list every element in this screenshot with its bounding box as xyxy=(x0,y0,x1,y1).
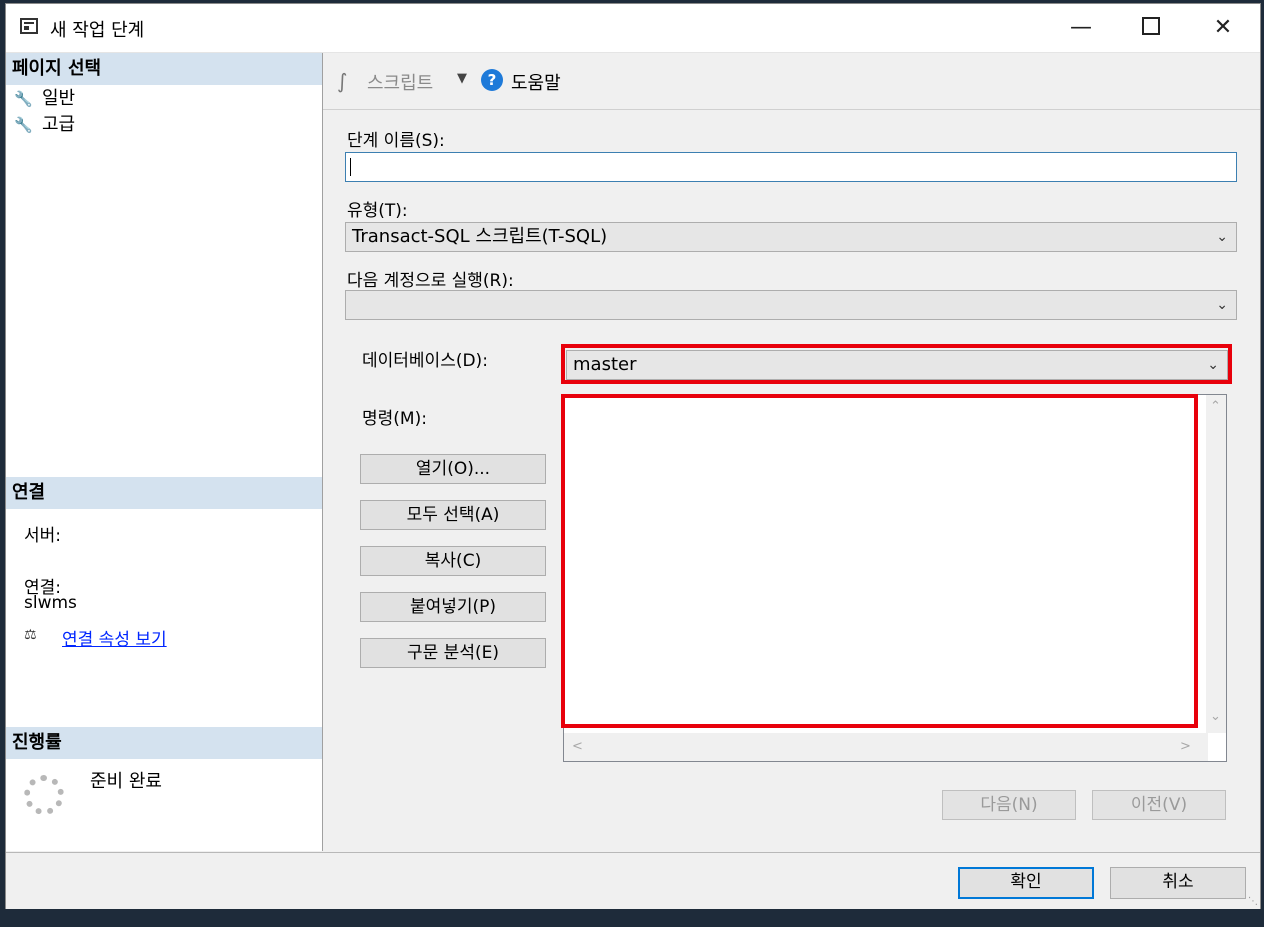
dialog-footer: 확인 취소 ⋱ xyxy=(6,852,1260,909)
nav-item-advanced[interactable]: 🔧 고급 xyxy=(14,113,75,137)
cancel-button[interactable]: 취소 xyxy=(1110,867,1246,899)
script-button[interactable]: 스크립트 xyxy=(367,69,433,95)
next-button[interactable]: 다음(N) xyxy=(942,790,1076,820)
help-button[interactable]: 도움말 xyxy=(511,69,561,95)
nav-item-label: 고급 xyxy=(42,114,76,135)
horizontal-scrollbar[interactable]: < > xyxy=(564,733,1208,761)
command-highlight-box xyxy=(561,394,1198,728)
left-pane: 페이지 선택 🔧 일반 🔧 고급 연결 서버: 연결: slwms ⚖ 연결 속성 … xyxy=(6,53,323,851)
wrench-icon: 🔧 xyxy=(14,116,33,134)
command-label: 명령(M): xyxy=(362,409,427,429)
run-as-select[interactable]: ⌄ xyxy=(345,290,1237,320)
previous-button[interactable]: 이전(V) xyxy=(1092,790,1226,820)
chevron-down-icon: ⌄ xyxy=(1216,229,1228,245)
nav-item-label: 일반 xyxy=(42,88,76,109)
connection-properties-icon: ⚖ xyxy=(24,627,37,643)
step-name-input[interactable] xyxy=(345,152,1237,182)
title-bar: 새 작업 단계 — ✕ xyxy=(6,4,1260,53)
paste-button[interactable]: 붙여넣기(P) xyxy=(360,592,546,622)
select-all-button[interactable]: 모두 선택(A) xyxy=(360,500,546,530)
ok-button[interactable]: 확인 xyxy=(958,867,1094,899)
window-title: 새 작업 단계 xyxy=(50,20,145,41)
maximize-icon xyxy=(1142,17,1160,35)
window-icon xyxy=(20,18,38,34)
vertical-scrollbar[interactable]: ⌃ ⌄ xyxy=(1206,395,1226,733)
type-select[interactable]: Transact-SQL 스크립트(T-SQL) ⌄ xyxy=(345,222,1237,252)
parse-button[interactable]: 구문 분석(E) xyxy=(360,638,546,668)
progress-spinner-icon xyxy=(24,775,64,815)
minimize-button[interactable]: — xyxy=(1046,4,1116,52)
server-label: 서버: xyxy=(24,526,62,546)
connection-value: slwms xyxy=(24,593,77,613)
progress-header: 진행률 xyxy=(6,727,322,759)
chevron-down-icon: ⌄ xyxy=(1216,297,1228,313)
scroll-left-icon[interactable]: < xyxy=(572,739,583,754)
open-button[interactable]: 열기(O)... xyxy=(360,454,546,484)
close-button[interactable]: ✕ xyxy=(1188,4,1258,52)
maximize-button[interactable] xyxy=(1116,4,1186,52)
script-dropdown-icon[interactable]: ▼ xyxy=(457,71,467,86)
view-connection-properties-link[interactable]: 연결 속성 보기 xyxy=(62,625,167,650)
scroll-down-icon[interactable]: ⌄ xyxy=(1210,709,1221,724)
nav-item-general[interactable]: 🔧 일반 xyxy=(14,87,75,111)
copy-button[interactable]: 복사(C) xyxy=(360,546,546,576)
new-job-step-dialog: 새 작업 단계 — ✕ 페이지 선택 🔧 일반 🔧 고급 연결 서버: 연결: sl… xyxy=(5,3,1261,909)
script-icon: ∫ xyxy=(337,69,348,93)
scroll-right-icon[interactable]: > xyxy=(1180,739,1191,754)
connection-header: 연결 xyxy=(6,477,322,509)
type-label: 유형(T): xyxy=(347,201,408,221)
database-label: 데이터베이스(D): xyxy=(362,351,488,371)
run-as-label: 다음 계정으로 실행(R): xyxy=(347,271,514,291)
scroll-up-icon[interactable]: ⌃ xyxy=(1210,399,1221,414)
progress-status: 준비 완료 xyxy=(90,771,162,792)
help-icon[interactable]: ? xyxy=(481,69,503,91)
page-select-header: 페이지 선택 xyxy=(6,53,322,85)
text-caret xyxy=(350,158,351,176)
wrench-icon: 🔧 xyxy=(14,90,33,108)
toolbar: ∫ 스크립트 ▼ ? 도움말 xyxy=(323,53,1260,110)
database-highlight-box xyxy=(561,344,1232,384)
resize-grip-icon[interactable]: ⋱ xyxy=(1248,896,1258,907)
type-select-value: Transact-SQL 스크립트(T-SQL) xyxy=(352,226,608,247)
step-name-label: 단계 이름(S): xyxy=(347,131,445,151)
